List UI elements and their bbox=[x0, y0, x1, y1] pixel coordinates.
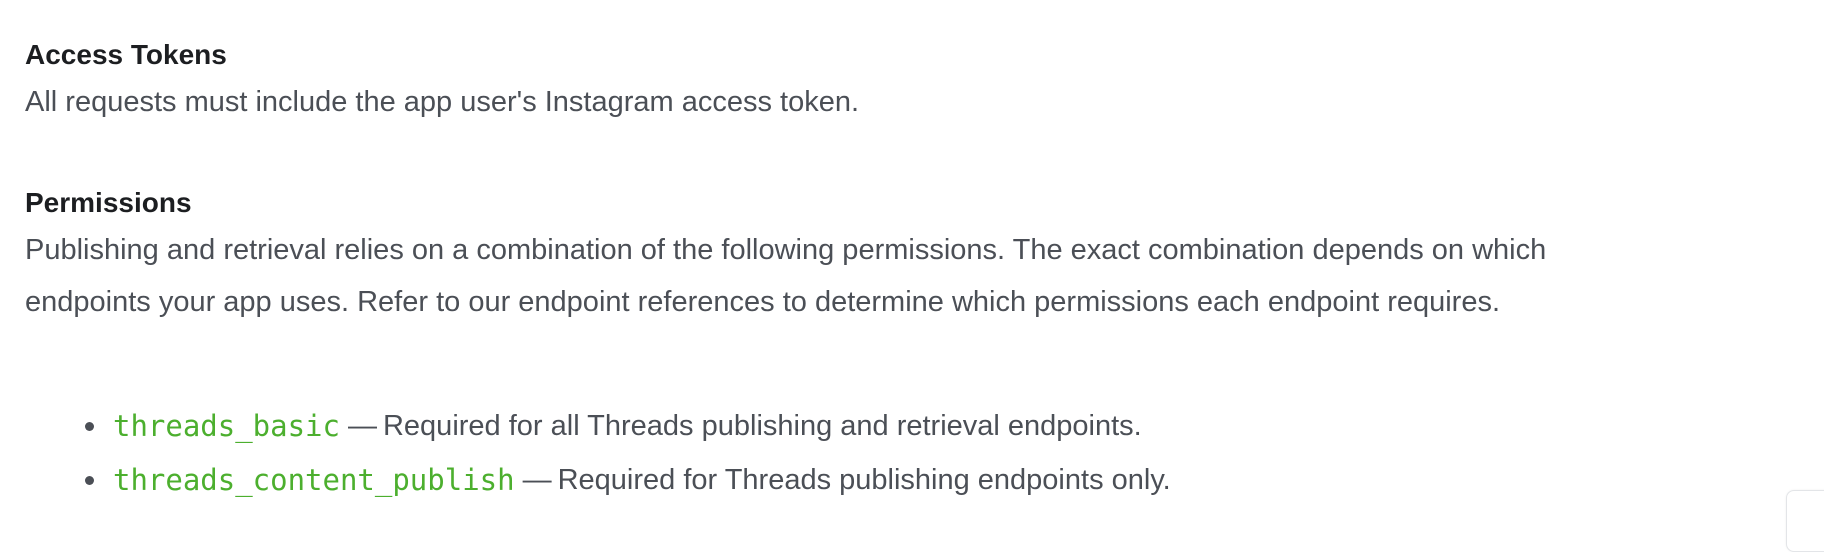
bullet-icon bbox=[85, 475, 94, 485]
permission-code-threads-content-publish: threads_content_publish bbox=[113, 463, 515, 497]
access-tokens-heading: Access Tokens bbox=[25, 39, 227, 70]
permissions-section: Permissions Publishing and retrieval rel… bbox=[25, 182, 1795, 328]
document-content: Access Tokens All requests must include … bbox=[25, 34, 1795, 328]
em-dash-separator: — bbox=[347, 409, 377, 442]
access-tokens-section: Access Tokens All requests must include … bbox=[25, 34, 1795, 128]
permissions-description-line-1: Publishing and retrieval relies on a com… bbox=[25, 234, 1547, 266]
list-item: threads_basic — Required for all Threads… bbox=[85, 399, 1171, 453]
access-tokens-description: All requests must include the app user's… bbox=[25, 86, 860, 118]
permission-code-threads-basic: threads_basic bbox=[113, 409, 340, 443]
permissions-heading: Permissions bbox=[25, 187, 192, 218]
em-dash-separator: — bbox=[522, 463, 552, 496]
bullet-icon bbox=[85, 421, 94, 431]
list-item: threads_content_publish — Required for T… bbox=[85, 453, 1171, 507]
permission-description: Required for Threads publishing endpoint… bbox=[557, 463, 1171, 496]
permissions-list: threads_basic — Required for all Threads… bbox=[85, 399, 1171, 507]
permission-description: Required for all Threads publishing and … bbox=[382, 409, 1142, 442]
permissions-description-line-2: endpoints your app uses. Refer to our en… bbox=[25, 286, 1501, 318]
corner-widget[interactable] bbox=[1786, 490, 1824, 552]
